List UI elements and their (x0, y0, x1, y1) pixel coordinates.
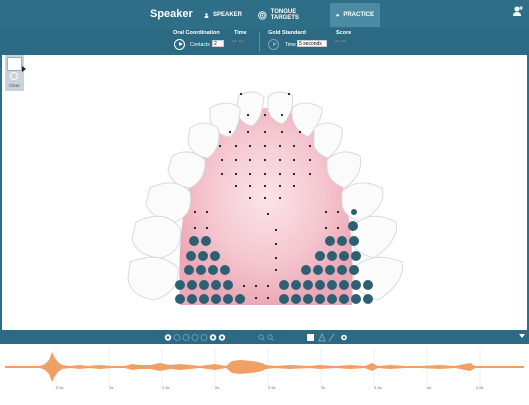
top-bar: Speaker SPEAKER TONGUE TARGETS PRACTICE (0, 0, 529, 29)
time-label: Time (234, 30, 247, 36)
contacts-input[interactable]: 2 (212, 40, 224, 47)
oral-coordination-label: Oral Coordination (173, 30, 220, 36)
tab-speaker-label: SPEAKER (212, 12, 242, 18)
target-icon (258, 10, 267, 20)
gold-time-label: Time (285, 42, 296, 48)
tick-label: 3.5s (374, 385, 382, 390)
gold-standard-play-button[interactable] (268, 39, 279, 50)
tick-label: 4s (427, 385, 432, 390)
waveform (5, 348, 524, 388)
waveform-panel[interactable] (0, 344, 529, 400)
playback-controls (164, 333, 347, 342)
playback-bar (0, 330, 529, 344)
gold-time-select[interactable]: 5 seconds (297, 40, 327, 47)
gold-standard-label: Gold Standard (268, 30, 306, 36)
palate-diagram (127, 91, 403, 305)
contacts-label: Contacts (190, 42, 210, 48)
time-value: -- -- (232, 38, 244, 45)
divider (259, 32, 260, 52)
tick-label: 2.5s (268, 385, 276, 390)
tick-label: 1s (109, 385, 114, 390)
waveform-trace (5, 352, 524, 382)
tab-tongue-targets-label: TONGUE TARGETS (270, 9, 299, 21)
tick-label: 2s (215, 385, 220, 390)
tick-label: 4.5s (476, 385, 484, 390)
chat-icon (336, 13, 339, 17)
tab-speaker[interactable]: SPEAKER (198, 3, 248, 27)
oral-coordination-play-button[interactable] (174, 39, 185, 50)
tick-label: 1.5s (162, 385, 170, 390)
tab-tongue-targets[interactable]: TONGUE TARGETS (252, 3, 330, 27)
zoom-icons (258, 334, 274, 341)
tab-practice[interactable]: PRACTICE (330, 3, 380, 27)
tick-label: 3s (321, 385, 326, 390)
tool-icons (307, 333, 347, 342)
practice-toolbar: Oral Coordination Contacts 2 Time -- -- … (0, 29, 529, 55)
tab-practice-label: PRACTICE (343, 12, 374, 18)
collapse-arrow-icon[interactable] (519, 334, 525, 338)
user-menu-icon[interactable] (511, 4, 525, 18)
score-label: Score (336, 30, 352, 36)
dot-buttons (164, 334, 226, 341)
person-icon (204, 12, 209, 18)
score-value: -- -- (335, 38, 347, 45)
app-title: Speaker (150, 8, 193, 20)
tick-label: 0.5s (56, 385, 64, 390)
